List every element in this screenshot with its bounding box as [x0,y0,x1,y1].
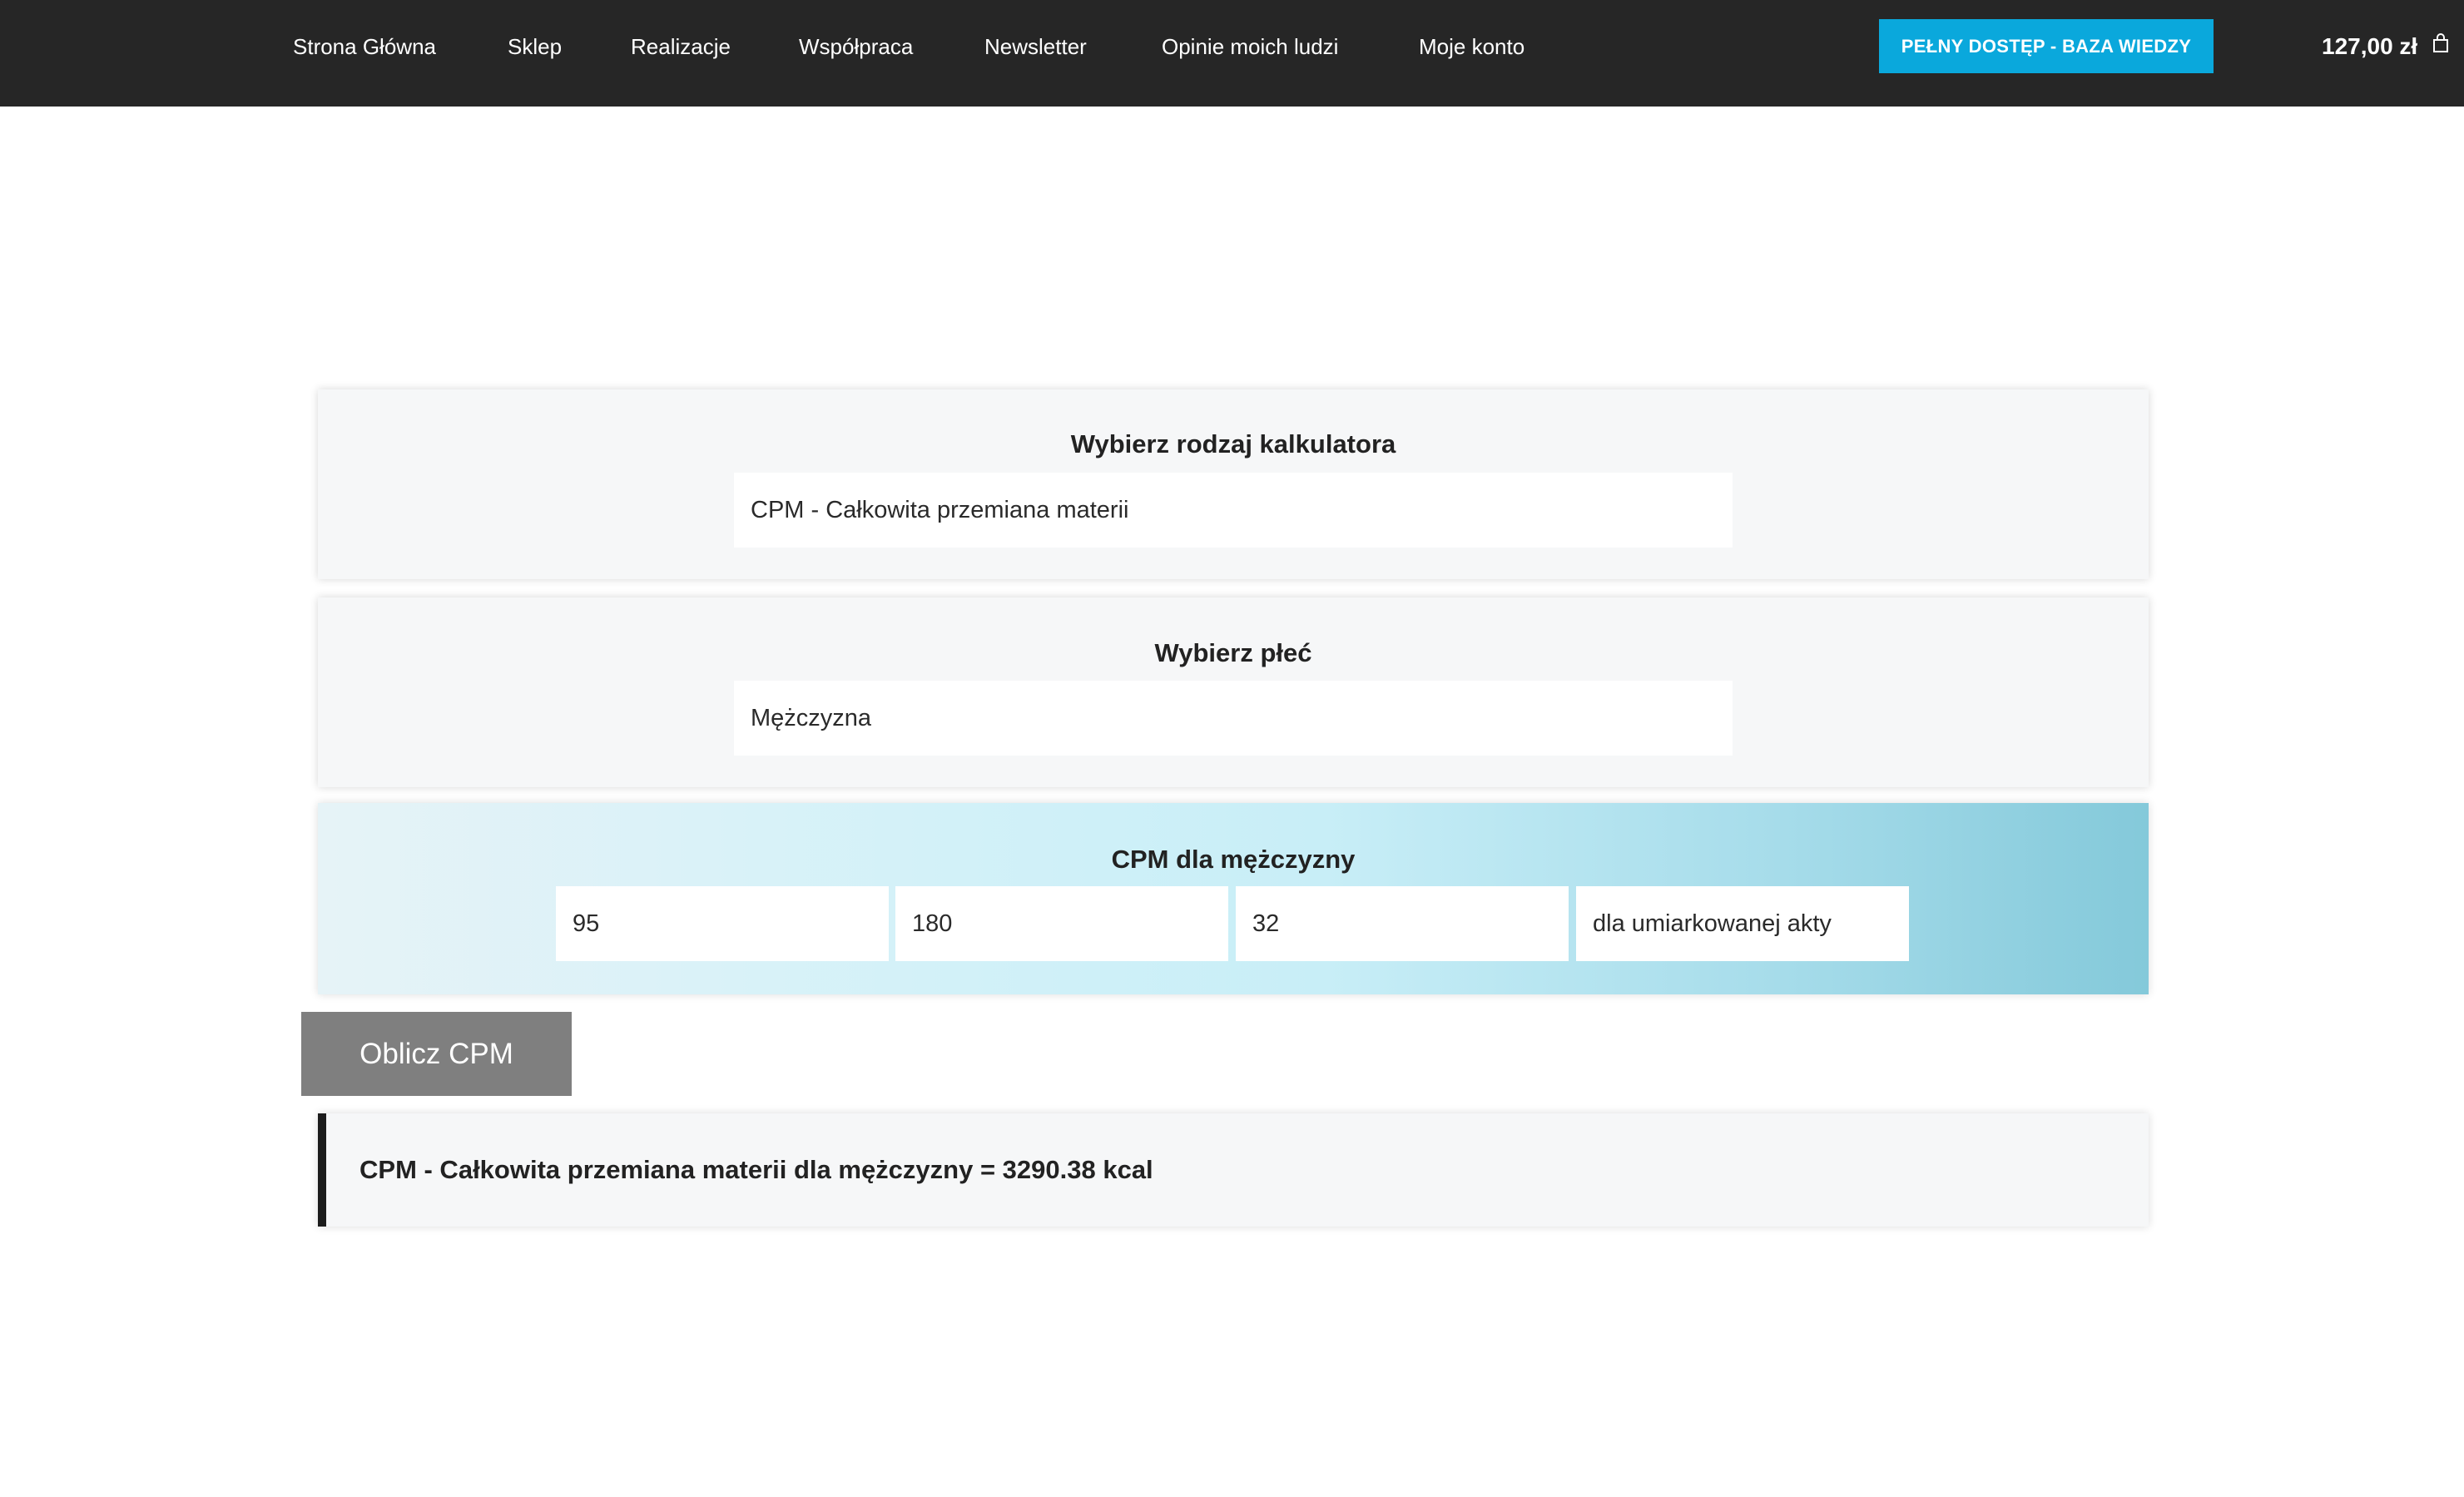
height-input[interactable]: 180 [895,886,1228,961]
activity-select[interactable]: dla umiarkowanej akty [1576,886,1909,961]
cpm-inputs-title: CPM dla mężczyzny [1111,845,1356,874]
calculate-cpm-button[interactable]: Oblicz CPM [301,1012,572,1096]
weight-input[interactable]: 95 [556,886,889,961]
shopping-bag-icon [2432,0,2449,92]
nav-item-projects[interactable]: Realizacje [631,0,731,93]
result-text: CPM - Całkowita przemiana materii dla mę… [359,1155,1153,1184]
calculator-type-panel: Wybierz rodzaj kalkulatora CPM - Całkowi… [318,389,2149,579]
nav-item-newsletter[interactable]: Newsletter [984,0,1087,93]
top-navigation-bar: Strona Główna Sklep Realizacje Współprac… [0,0,2464,107]
nav-item-home[interactable]: Strona Główna [293,0,436,93]
gender-title: Wybierz płeć [1154,638,1312,667]
calculator-type-title: Wybierz rodzaj kalkulatora [1070,429,1396,459]
nav-item-shop[interactable]: Sklep [508,0,562,93]
nav-item-cooperation[interactable]: Współpraca [799,0,913,93]
cart-link[interactable]: 127,00 zł [2322,0,2449,93]
cpm-inputs-panel: CPM dla mężczyzny 95 180 32 dla umiarkow… [318,803,2149,994]
full-access-button[interactable]: PEŁNY DOSTĘP - BAZA WIEDZY [1879,19,2214,73]
gender-select[interactable]: Mężczyzna [734,681,1733,756]
result-box: CPM - Całkowita przemiana materii dla mę… [318,1113,2149,1227]
result-accent-bar [318,1113,326,1227]
cart-total: 127,00 zł [2322,33,2418,59]
gender-panel: Wybierz płeć Mężczyzna [318,597,2149,787]
age-input[interactable]: 32 [1236,886,1569,961]
nav-item-testimonials[interactable]: Opinie moich ludzi [1162,0,1338,93]
nav-item-my-account[interactable]: Moje konto [1419,0,1525,93]
calculator-type-select[interactable]: CPM - Całkowita przemiana materii [734,473,1733,548]
